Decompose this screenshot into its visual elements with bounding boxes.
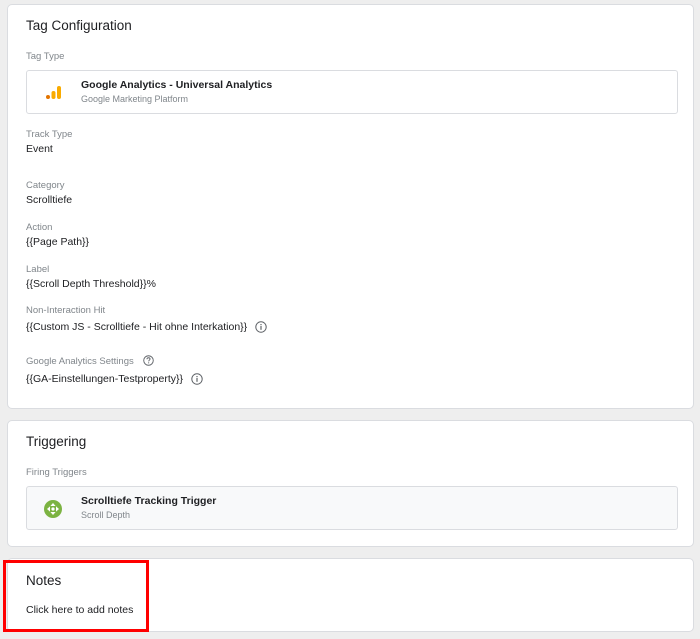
tag-type-provider: Google Marketing Platform	[81, 94, 189, 104]
action-value: {{Page Path}}	[26, 236, 90, 248]
tag-type-label: Tag Type	[26, 51, 65, 62]
tag-type-name: Google Analytics - Universal Analytics	[81, 79, 273, 91]
triggering-title: Triggering	[26, 434, 87, 449]
notes-add-row: Click here to add notes	[26, 604, 133, 616]
track-type-value: Event	[26, 143, 53, 155]
add-notes-link[interactable]: Click here to add notes	[26, 604, 133, 616]
trigger-tile[interactable]: Scrolltiefe Tracking Trigger Scroll Dept…	[26, 486, 678, 530]
category-value: Scrolltiefe	[26, 194, 73, 206]
trigger-type: Scroll Depth	[81, 510, 131, 520]
ga-settings-row: {{GA-Einstellungen-Testproperty}}	[26, 373, 203, 385]
action-label: Action	[26, 222, 53, 233]
ga-settings-label-row: Google Analytics Settings	[26, 355, 155, 367]
notes-card: Notes Click here to add notes	[7, 558, 694, 632]
notes-title: Notes	[26, 573, 62, 588]
label-value: {{Scroll Depth Threshold}}%	[26, 278, 156, 290]
non-interaction-value: {{Custom JS - Scrolltiefe - Hit ohne Int…	[26, 321, 248, 333]
non-interaction-label: Non-Interaction Hit	[26, 305, 106, 316]
scroll-depth-icon	[44, 500, 62, 518]
category-label: Category	[26, 180, 65, 191]
label-label: Label	[26, 264, 50, 275]
triggering-card: Triggering Firing Triggers Scrolltiefe T…	[7, 420, 694, 547]
ga-settings-label: Google Analytics Settings	[26, 356, 134, 367]
firing-triggers-label: Firing Triggers	[26, 467, 87, 478]
info-icon[interactable]	[191, 373, 203, 385]
trigger-name: Scrolltiefe Tracking Trigger	[81, 495, 217, 507]
track-type-label: Track Type	[26, 129, 73, 140]
analytics-bars-icon	[46, 86, 61, 99]
non-interaction-row: {{Custom JS - Scrolltiefe - Hit ohne Int…	[26, 321, 267, 333]
tag-configuration-card: Tag Configuration Tag Type Google Analyt…	[7, 4, 694, 409]
ga-settings-value: {{GA-Einstellungen-Testproperty}}	[26, 373, 184, 385]
tag-type-tile[interactable]: Google Analytics - Universal Analytics G…	[26, 70, 678, 114]
tag-configuration-title: Tag Configuration	[26, 18, 132, 33]
help-icon[interactable]	[143, 355, 155, 366]
info-icon[interactable]	[255, 321, 267, 333]
